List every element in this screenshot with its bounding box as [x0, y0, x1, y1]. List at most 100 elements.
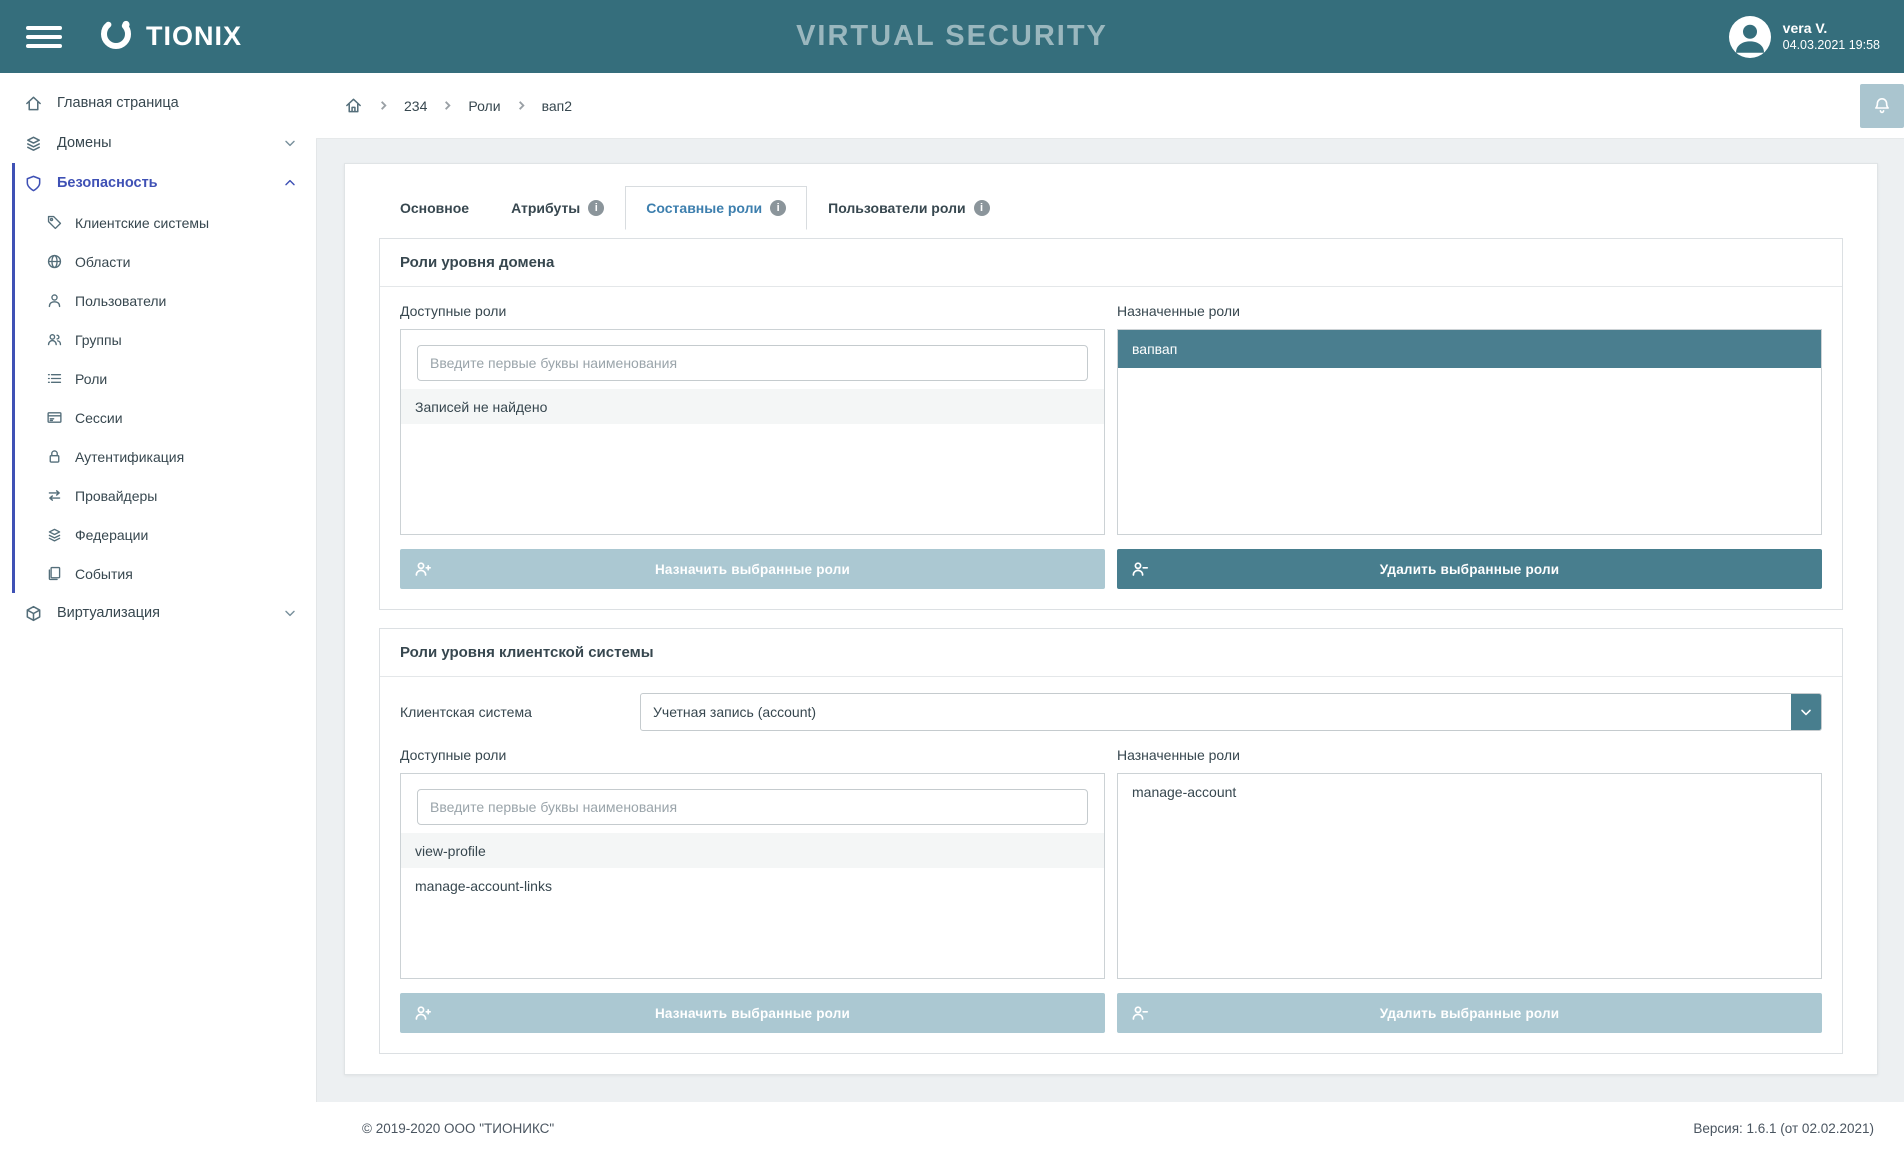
sidebar-item-sessions[interactable]: Сессии	[15, 398, 316, 437]
sidebar-item-roles[interactable]: Роли	[15, 359, 316, 398]
available-roles-column: Доступные роли view-profile manage-accou…	[400, 731, 1105, 1033]
sidebar-item-providers[interactable]: Провайдеры	[15, 476, 316, 515]
remove-button-label: Удалить выбранные роли	[1149, 1006, 1790, 1021]
tab-bar: Основное Атрибуты i Составные роли i Пол…	[379, 186, 1843, 230]
id-card-icon	[46, 409, 63, 426]
client-system-label: Клиентская система	[400, 704, 640, 720]
sidebar-item-label: Виртуализация	[57, 605, 268, 621]
sidebar-item-label: Домены	[57, 135, 268, 151]
chevron-down-icon	[1791, 694, 1821, 730]
info-icon[interactable]: i	[588, 200, 604, 216]
user-menu[interactable]: vera V. 04.03.2021 19:58	[1729, 16, 1880, 58]
assign-button-label: Назначить выбранные роли	[432, 562, 1073, 577]
panel-title: Роли уровня клиентской системы	[380, 629, 1842, 677]
assigned-role-item[interactable]: вапвап	[1118, 330, 1821, 368]
domain-roles-panel: Роли уровня домена Доступные роли Записе…	[379, 238, 1843, 610]
chevron-right-icon	[442, 100, 453, 111]
available-roles-label: Доступные роли	[400, 303, 1105, 319]
sidebar-item-domains[interactable]: Домены	[0, 123, 316, 163]
sidebar-item-label: События	[75, 566, 298, 582]
sidebar-item-label: Безопасность	[57, 175, 268, 191]
sidebar-nav: Главная страница Домены Безопасность Кли…	[0, 73, 316, 1154]
remove-selected-roles-button[interactable]: Удалить выбранные роли	[1117, 549, 1822, 589]
sidebar-item-label: Федерации	[75, 527, 298, 543]
assign-button-label: Назначить выбранные роли	[432, 1006, 1073, 1021]
sidebar-item-home[interactable]: Главная страница	[0, 83, 316, 123]
list-icon	[46, 370, 63, 387]
content-area: Основное Атрибуты i Составные роли i Пол…	[316, 139, 1904, 1102]
client-system-select[interactable]: Учетная запись (account)	[640, 693, 1822, 731]
person-minus-icon	[1131, 1004, 1149, 1022]
sidebar-item-label: Роли	[75, 371, 298, 387]
home-icon	[344, 96, 363, 115]
sidebar-item-label: Провайдеры	[75, 488, 298, 504]
sidebar-item-client-systems[interactable]: Клиентские системы	[15, 203, 316, 242]
tab-composite-roles[interactable]: Составные роли i	[625, 186, 807, 230]
tab-role-users[interactable]: Пользователи роли i	[807, 186, 1010, 230]
empty-results-text: Записей не найдено	[401, 389, 1104, 424]
sidebar-item-security[interactable]: Безопасность	[15, 163, 316, 203]
remove-selected-roles-button[interactable]: Удалить выбранные роли	[1117, 993, 1822, 1033]
assigned-role-item[interactable]: manage-account	[1118, 774, 1821, 809]
info-icon[interactable]: i	[974, 200, 990, 216]
sidebar-item-label: Группы	[75, 332, 298, 348]
assigned-roles-label: Назначенные роли	[1117, 303, 1822, 319]
chevron-right-icon	[378, 100, 389, 111]
tab-label: Составные роли	[646, 200, 762, 216]
bell-icon	[1872, 96, 1892, 116]
tab-main[interactable]: Основное	[379, 186, 490, 230]
sidebar-item-label: Аутентификация	[75, 449, 298, 465]
assigned-roles-column: Назначенные роли manage-account Удалить …	[1117, 731, 1822, 1033]
client-system-roles-panel: Роли уровня клиентской системы Клиентска…	[379, 628, 1843, 1054]
sidebar-item-authentication[interactable]: Аутентификация	[15, 437, 316, 476]
available-role-item[interactable]: manage-account-links	[401, 868, 1104, 903]
layers-icon	[24, 134, 43, 153]
user-name: vera V.	[1783, 19, 1880, 37]
breadcrumb-item[interactable]: Роли	[468, 98, 500, 114]
sidebar-item-areas[interactable]: Области	[15, 242, 316, 281]
assigned-roles-listbox: manage-account	[1117, 773, 1822, 979]
sidebar-item-events[interactable]: События	[15, 554, 316, 593]
notifications-button[interactable]	[1860, 84, 1904, 128]
menu-toggle-button[interactable]	[26, 26, 62, 48]
tab-label: Основное	[400, 200, 469, 216]
remove-button-label: Удалить выбранные роли	[1149, 562, 1790, 577]
cube-icon	[24, 604, 43, 623]
person-plus-icon	[414, 560, 432, 578]
available-roles-listbox: view-profile manage-account-links	[400, 773, 1105, 979]
sidebar-item-users[interactable]: Пользователи	[15, 281, 316, 320]
available-roles-listbox: Записей не найдено	[400, 329, 1105, 535]
globe-icon	[46, 253, 63, 270]
panel-title: Роли уровня домена	[380, 239, 1842, 287]
sidebar-item-label: Клиентские системы	[75, 215, 298, 231]
assign-selected-roles-button[interactable]: Назначить выбранные роли	[400, 993, 1105, 1033]
users-icon	[46, 331, 63, 348]
sidebar-item-label: Главная страница	[57, 95, 298, 111]
footer: © 2019-2020 ООО "ТИОНИКС" Версия: 1.6.1 …	[316, 1102, 1904, 1154]
shield-icon	[24, 174, 43, 193]
assigned-roles-label: Назначенные роли	[1117, 747, 1822, 763]
available-role-item[interactable]: view-profile	[401, 833, 1104, 868]
tab-attributes[interactable]: Атрибуты i	[490, 186, 625, 230]
person-minus-icon	[1131, 560, 1149, 578]
available-roles-search-input[interactable]	[417, 789, 1088, 825]
chevron-down-icon	[282, 605, 298, 621]
role-detail-card: Основное Атрибуты i Составные роли i Пол…	[344, 163, 1878, 1075]
sidebar-item-label: Области	[75, 254, 298, 270]
sidebar-item-federations[interactable]: Федерации	[15, 515, 316, 554]
user-avatar-icon	[1729, 16, 1771, 58]
info-icon[interactable]: i	[770, 200, 786, 216]
sidebar-item-label: Пользователи	[75, 293, 298, 309]
available-roles-search-input[interactable]	[417, 345, 1088, 381]
brand-name: TIONIX	[146, 21, 242, 52]
assign-selected-roles-button[interactable]: Назначить выбранные роли	[400, 549, 1105, 589]
chevron-right-icon	[516, 100, 527, 111]
page-title: VIRTUAL SECURITY	[796, 20, 1108, 53]
client-system-selected-value: Учетная запись (account)	[641, 704, 1791, 720]
sidebar-item-virtualization[interactable]: Виртуализация	[0, 593, 316, 633]
breadcrumb-item[interactable]: 234	[404, 98, 427, 114]
sidebar-item-groups[interactable]: Группы	[15, 320, 316, 359]
lock-icon	[46, 448, 63, 465]
person-plus-icon	[414, 1004, 432, 1022]
breadcrumb-home-link[interactable]	[344, 96, 363, 115]
